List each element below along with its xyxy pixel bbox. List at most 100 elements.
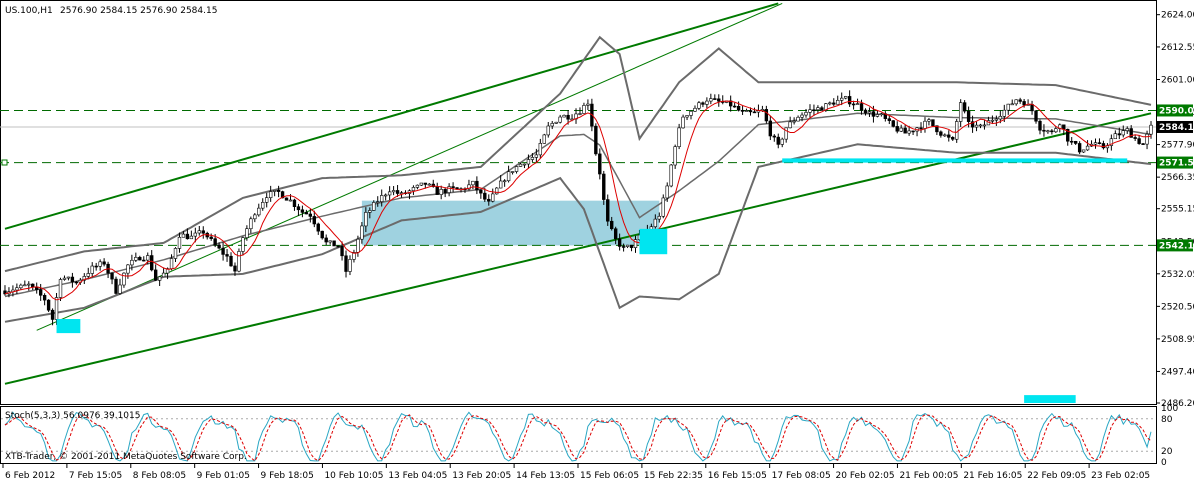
candle-body	[713, 98, 717, 100]
candle-body	[982, 124, 987, 127]
candle-body	[142, 259, 146, 262]
candle-body	[292, 199, 297, 207]
candle-body	[1141, 143, 1145, 145]
candle-body	[1081, 149, 1086, 153]
candle-body	[261, 202, 265, 209]
candle-body	[1022, 101, 1026, 106]
candle-body	[808, 109, 812, 113]
candle-body	[451, 186, 455, 188]
candle-body	[221, 247, 225, 255]
candle-body	[613, 228, 618, 240]
candle-body	[526, 159, 531, 165]
time-tick-label: 15 Feb 06:05	[580, 471, 639, 481]
candle-body	[923, 120, 927, 129]
time-tick-label: 15 Feb 22:35	[644, 471, 703, 481]
candle-body	[951, 137, 955, 140]
candle-body	[998, 116, 1003, 120]
candle-body	[185, 233, 190, 240]
candle-body	[46, 299, 51, 311]
candle-body	[744, 110, 749, 112]
candle-body	[1117, 133, 1121, 136]
candle-body	[657, 215, 661, 220]
candle-body	[173, 248, 178, 259]
candle-body	[816, 107, 820, 111]
time-tick-label: 9 Feb 01:05	[197, 471, 250, 481]
candle-body	[518, 163, 523, 167]
candle-body	[316, 223, 320, 232]
candle-body	[629, 244, 634, 248]
candle-body	[150, 255, 154, 271]
candle-body	[931, 119, 935, 127]
candle-body	[312, 216, 316, 225]
candle-body	[661, 197, 665, 217]
candle-body	[828, 102, 832, 105]
candle-body	[368, 210, 372, 213]
candle-body	[919, 127, 923, 130]
time-tick-label: 21 Feb 00:05	[899, 471, 958, 481]
candle-body	[832, 102, 836, 105]
candle-body	[15, 287, 19, 291]
candle-body	[522, 163, 527, 166]
candle-body	[253, 214, 257, 220]
candle-body	[138, 257, 142, 261]
chart-window[interactable]: 2624.002612.552601.002589.552577.902566.…	[0, 0, 1194, 484]
candle-body	[1073, 140, 1078, 144]
time-tick-label: 10 Feb 10:05	[324, 471, 383, 481]
candle-body	[257, 207, 261, 216]
candle-body	[1101, 143, 1106, 149]
candle-body	[324, 237, 328, 243]
candle-body	[491, 193, 495, 202]
stoch-tick-label: 0	[1161, 458, 1167, 468]
candle-body	[788, 121, 792, 129]
candle-body	[514, 166, 519, 172]
candle-body	[483, 192, 487, 200]
candle-body	[582, 105, 586, 114]
candle-body	[272, 190, 277, 192]
level-anchor-handle[interactable]	[1, 159, 8, 166]
candle-body	[899, 127, 903, 132]
candle-body	[58, 279, 63, 298]
candle-body	[697, 102, 701, 109]
candle-body	[966, 110, 971, 122]
candle-body	[748, 110, 753, 113]
candle-body	[836, 100, 840, 105]
candle-body	[855, 103, 860, 105]
candle-body	[927, 119, 931, 122]
candle-body	[617, 238, 622, 247]
candle-body	[875, 114, 880, 117]
candle-body	[479, 189, 483, 194]
candle-body	[851, 103, 856, 106]
candle-body	[241, 237, 245, 252]
chart-canvas[interactable]: 2624.002612.552601.002589.552577.902566.…	[0, 0, 1194, 484]
candle-body	[1077, 143, 1082, 153]
candle-body	[197, 230, 201, 234]
candle-body	[344, 255, 348, 272]
candle-body	[1145, 133, 1149, 145]
candle-body	[947, 134, 951, 138]
candle-body	[134, 257, 138, 261]
candle-body	[554, 121, 558, 124]
candle-body	[867, 111, 872, 114]
stoch-axis: 10080 200	[1161, 404, 1178, 468]
candle-body	[550, 123, 554, 127]
candle-body	[94, 265, 98, 268]
candle-body	[1093, 142, 1098, 145]
candle-body	[772, 135, 776, 138]
candle-body	[268, 191, 273, 198]
candle-body	[70, 276, 75, 283]
candle-body	[62, 277, 67, 280]
candle-body	[419, 182, 424, 186]
candle-body	[304, 212, 309, 215]
price-tick-label: 2532.05	[1161, 270, 1194, 280]
candle-body	[1038, 120, 1042, 131]
candle-body	[201, 230, 205, 234]
candle-body	[332, 240, 336, 247]
candle-body	[1006, 103, 1010, 111]
candle-body	[994, 118, 999, 121]
candle-body	[146, 255, 150, 261]
candle-body	[237, 251, 241, 272]
candle-body	[1070, 140, 1074, 143]
candle-body	[677, 127, 681, 147]
candle-body	[169, 258, 174, 269]
candle-body	[1085, 145, 1090, 151]
